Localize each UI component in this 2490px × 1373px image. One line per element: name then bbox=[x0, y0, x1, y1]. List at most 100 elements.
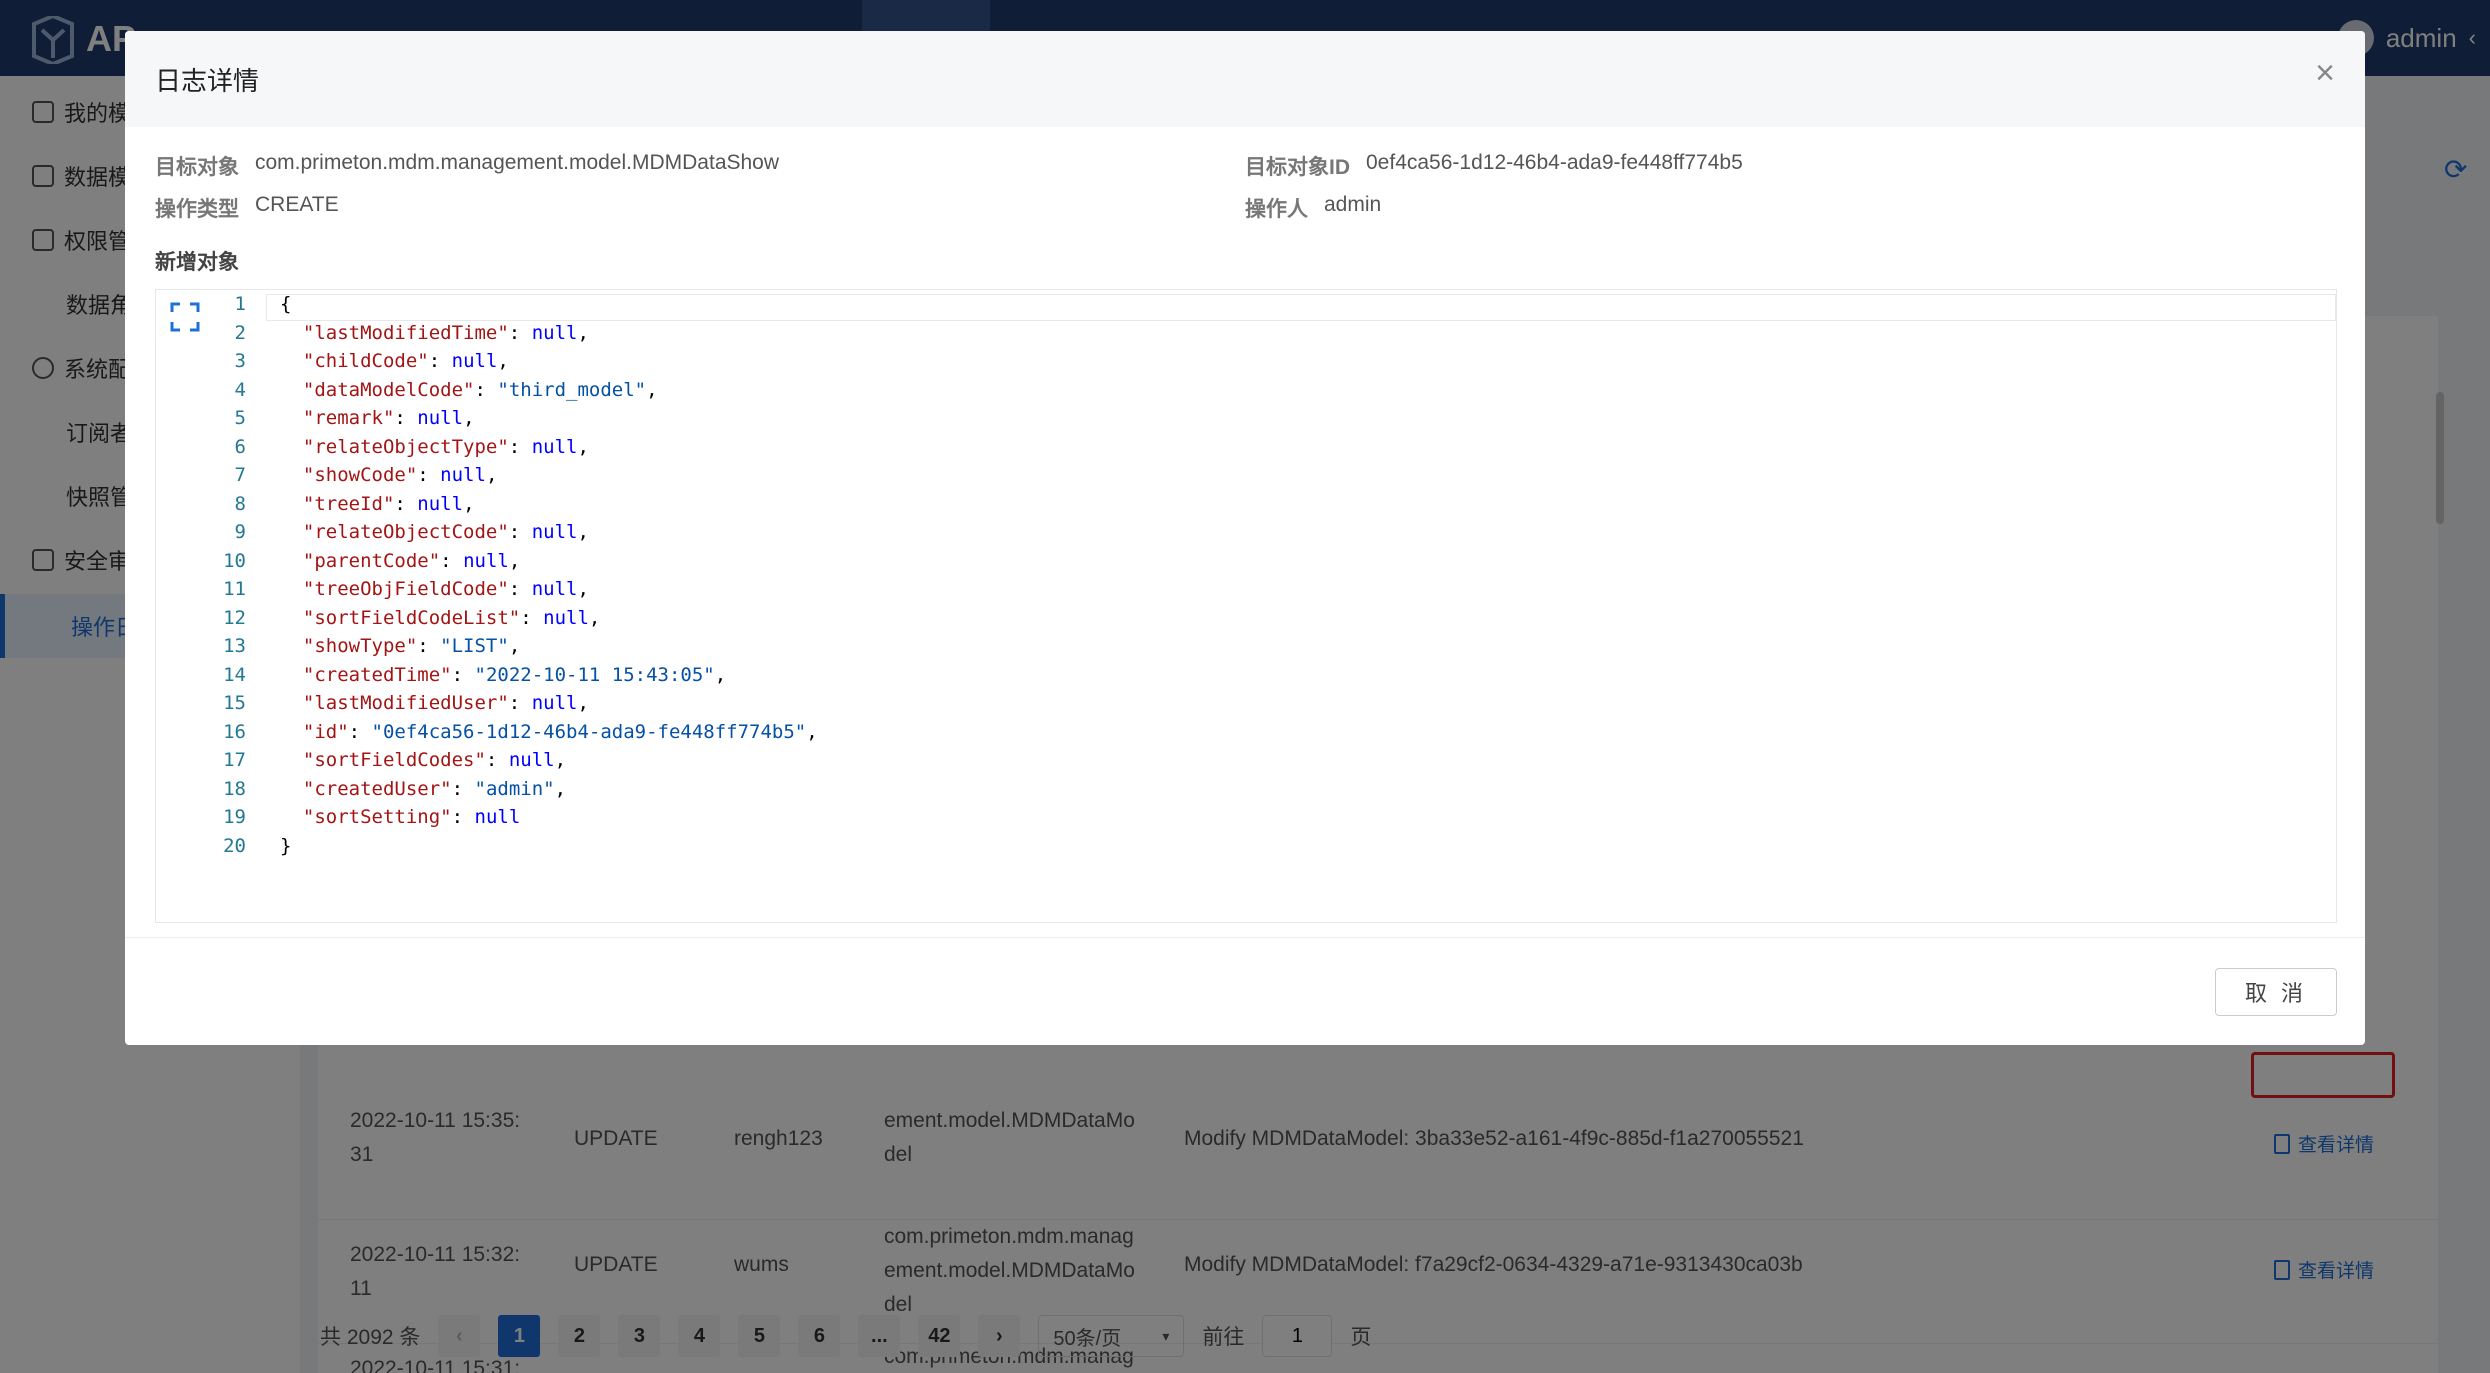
json-string: "third_model" bbox=[497, 378, 647, 401]
json-key: "id" bbox=[302, 720, 349, 743]
code-text: "dataModelCode": "third_model", bbox=[280, 376, 658, 405]
json-key: "parentCode" bbox=[302, 549, 441, 572]
code-line: 20} bbox=[156, 832, 2326, 861]
dialog-footer bbox=[125, 937, 2365, 1045]
json-punct: : bbox=[394, 492, 418, 515]
code-text: "id": "0ef4ca56-1d12-46b4-ada9-fe448ff77… bbox=[280, 718, 818, 747]
json-punct: : bbox=[451, 777, 475, 800]
operator-value: admin bbox=[1324, 193, 1382, 216]
cancel-button[interactable]: 取 消 bbox=[2215, 968, 2337, 1016]
line-number: 6 bbox=[234, 435, 246, 458]
code-line: 4 "dataModelCode": "third_model", bbox=[156, 376, 2326, 405]
code-text: "remark": null, bbox=[280, 404, 475, 433]
target-object-value: com.primeton.mdm.management.model.MDMDat… bbox=[255, 151, 780, 174]
json-key: "createdUser" bbox=[302, 777, 452, 800]
json-punct: , bbox=[806, 720, 818, 743]
line-number: 3 bbox=[234, 350, 246, 372]
json-key: "lastModifiedUser" bbox=[302, 692, 509, 714]
close-icon[interactable]: × bbox=[2307, 55, 2343, 91]
line-number: 11 bbox=[223, 578, 246, 600]
section-title: 新增对象 bbox=[155, 251, 239, 274]
json-punct: , bbox=[577, 521, 589, 543]
json-punct: , bbox=[508, 635, 521, 657]
code-text: "showType": "LIST", bbox=[280, 632, 520, 661]
json-string: "2022-10-11 15:43:05" bbox=[474, 663, 715, 686]
code-line: 1{ bbox=[156, 290, 2326, 319]
json-null: null bbox=[531, 521, 578, 543]
code-line: 19 "sortSetting": null bbox=[156, 803, 2326, 832]
json-string: "0ef4ca56-1d12-46b4-ada9-fe448ff774b5" bbox=[371, 720, 807, 743]
json-punct: , bbox=[588, 606, 601, 629]
code-line: 11 "treeObjFieldCode": null, bbox=[156, 575, 2326, 604]
json-punct: : bbox=[474, 378, 498, 401]
json-punct: : bbox=[348, 720, 372, 743]
line-number: 7 bbox=[234, 464, 246, 486]
dialog-title: 日志详情 bbox=[155, 66, 260, 96]
json-null: null bbox=[543, 606, 589, 629]
code-text: "relateObjectType": null, bbox=[280, 433, 589, 462]
json-punct: : bbox=[508, 321, 532, 344]
json-key: "lastModifiedTime" bbox=[302, 321, 509, 344]
line-number: 2 bbox=[234, 321, 246, 344]
code-line: 15 "lastModifiedUser": null, bbox=[156, 689, 2326, 718]
line-number: 13 bbox=[223, 635, 246, 657]
json-punct: , bbox=[497, 350, 509, 372]
code-line: 17 "sortFieldCodes": null, bbox=[156, 746, 2326, 775]
json-punct: , bbox=[577, 321, 589, 344]
json-punct: : bbox=[508, 435, 532, 458]
line-number: 18 bbox=[223, 777, 246, 800]
line-number: 14 bbox=[223, 663, 246, 686]
json-punct: , bbox=[554, 777, 567, 800]
json-key: "showType" bbox=[302, 635, 418, 657]
line-number: 12 bbox=[223, 606, 246, 629]
target-object-field: 目标对象 com.primeton.mdm.management.model.M… bbox=[155, 151, 779, 181]
json-code-viewer[interactable]: 1{2 "lastModifiedTime": null, 3 "childCod… bbox=[155, 289, 2337, 923]
target-object-label: 目标对象 bbox=[155, 156, 239, 179]
json-punct: : bbox=[417, 464, 441, 486]
code-line: 2 "lastModifiedTime": null, bbox=[156, 319, 2326, 348]
json-string: "admin" bbox=[474, 777, 555, 800]
operation-type-field: 操作类型 CREATE bbox=[155, 193, 339, 223]
json-punct: , bbox=[554, 749, 567, 771]
json-punct: , bbox=[714, 663, 727, 686]
target-id-field: 目标对象ID 0ef4ca56-1d12-46b4-ada9-fe448ff77… bbox=[1245, 151, 1743, 181]
operation-type-value: CREATE bbox=[255, 193, 339, 216]
operation-type-label: 操作类型 bbox=[155, 198, 239, 221]
code-line: 10 "parentCode": null, bbox=[156, 547, 2326, 576]
json-punct: : bbox=[520, 606, 544, 629]
json-key: "sortFieldCodes" bbox=[302, 749, 486, 771]
code-text: "sortFieldCodeList": null, bbox=[280, 604, 600, 633]
code-text: "treeId": null, bbox=[280, 490, 475, 519]
json-key: "treeObjFieldCode" bbox=[302, 578, 509, 600]
json-null: null bbox=[440, 464, 486, 486]
json-punct: : bbox=[485, 749, 509, 771]
log-detail-dialog: 日志详情 × 目标对象 com.primeton.mdm.management.… bbox=[125, 31, 2365, 1045]
json-punct: : bbox=[508, 521, 532, 543]
json-key: "childCode" bbox=[302, 350, 429, 372]
code-text: "lastModifiedTime": null, bbox=[280, 319, 589, 348]
code-text: "showCode": null, bbox=[280, 461, 498, 490]
json-null: null bbox=[508, 749, 555, 771]
code-text: "childCode": null, bbox=[280, 347, 509, 376]
code-line: 9 "relateObjectCode": null, bbox=[156, 518, 2326, 547]
code-line: 6 "relateObjectType": null, bbox=[156, 433, 2326, 462]
code-text: } bbox=[280, 832, 291, 861]
json-null: null bbox=[531, 435, 578, 458]
json-null: null bbox=[531, 692, 578, 714]
line-number: 17 bbox=[223, 749, 246, 771]
operator-label: 操作人 bbox=[1245, 198, 1308, 221]
code-line: 8 "treeId": null, bbox=[156, 490, 2326, 519]
json-punct: , bbox=[463, 407, 475, 429]
operator-field: 操作人 admin bbox=[1245, 193, 1381, 223]
line-number: 5 bbox=[234, 407, 246, 429]
line-number: 10 bbox=[223, 549, 246, 572]
json-key: "sortFieldCodeList" bbox=[302, 606, 521, 629]
line-number: 19 bbox=[223, 806, 246, 828]
json-key: "dataModelCode" bbox=[302, 378, 475, 401]
code-line: 3 "childCode": null, bbox=[156, 347, 2326, 376]
json-punct: , bbox=[577, 578, 589, 600]
line-number: 20 bbox=[223, 834, 246, 857]
json-key: "relateObjectCode" bbox=[302, 521, 509, 543]
code-line: 5 "remark": null, bbox=[156, 404, 2326, 433]
target-id-value: 0ef4ca56-1d12-46b4-ada9-fe448ff774b5 bbox=[1366, 151, 1743, 174]
